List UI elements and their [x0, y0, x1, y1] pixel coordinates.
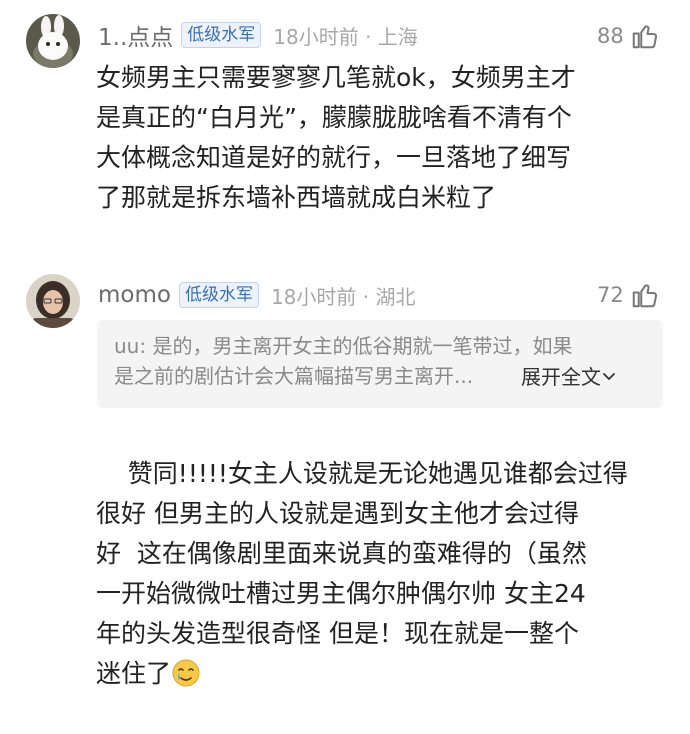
comment-text: 赞同!!!!!女主人设就是无论她遇见谁都会过得 很好 但男主的人设就是遇到女主他… — [96, 414, 676, 734]
expand-label: 展开全文 — [521, 365, 601, 389]
time-location: 18小时前 · 湖北 — [270, 284, 416, 309]
rabbit-avatar-image — [26, 14, 80, 68]
chevron-down-icon — [603, 372, 615, 380]
expand-full-text-button[interactable]: 展开全文 — [521, 361, 617, 390]
user-badge: 低级水军 — [178, 282, 259, 308]
quoted-reply[interactable]: uu: 是的，男主离开女主的低谷期就一笔带过，如果 是之前的剧估计会大篇幅描写男… — [97, 320, 663, 408]
comment-2: momo 低级水军 18小时前 · 湖北 72 uu: 是的，男主离开女主的低谷… — [0, 262, 690, 688]
time-location: 18小时前 · 上海 — [273, 24, 418, 49]
comment-text-content: 赞同!!!!!女主人设就是无论她遇见谁都会过得 很好 但男主的人设就是遇到女主他… — [96, 459, 628, 688]
avatar[interactable] — [26, 274, 80, 328]
like-button[interactable]: 88 — [597, 21, 660, 51]
username[interactable]: 1..点点 — [98, 18, 173, 52]
user-badge: 低级水军 — [181, 22, 262, 48]
person-avatar-image — [26, 274, 80, 328]
thumbs-up-icon — [632, 284, 657, 308]
like-count: 88 — [597, 24, 624, 48]
like-button[interactable]: 72 — [597, 280, 660, 310]
thumbs-up-icon — [632, 25, 657, 49]
avatar[interactable] — [26, 14, 80, 68]
like-count: 72 — [597, 283, 624, 307]
comment-meta: momo 低级水军 18小时前 · 湖北 — [98, 280, 415, 310]
comment-text: 女频男主只需要寥寥几笔就ok，女频男主才 是真正的“白月光”，朦朦胧胧啥看不清有… — [96, 63, 576, 212]
username[interactable]: momo — [98, 282, 171, 308]
comment-1: 1..点点 低级水军 18小时前 · 上海 88 女频男主只需要寥寥几笔就ok，… — [0, 0, 690, 230]
comment-meta: 1..点点 低级水军 18小时前 · 上海 — [98, 18, 418, 52]
